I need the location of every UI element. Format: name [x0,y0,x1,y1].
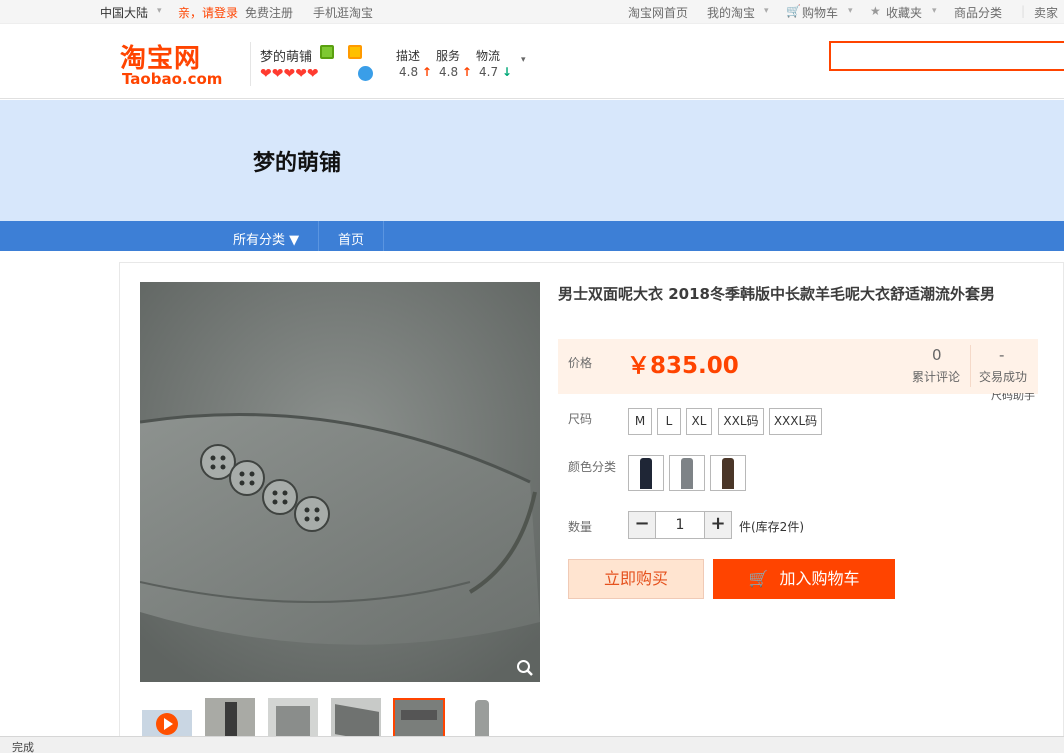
my-taobao-link[interactable]: 我的淘宝 [707,4,755,21]
divider [383,221,384,251]
color-option-navy[interactable] [628,455,664,491]
nav-all-categories[interactable]: 所有分类 ▼ [233,229,299,248]
triangle-down-icon: ▼ [289,233,300,248]
shop-name-link[interactable]: 梦的萌铺 [260,46,312,65]
home-link[interactable]: 淘宝网首页 [628,4,688,21]
size-helper-link[interactable]: 尺码助手 [991,393,1037,401]
size-option[interactable]: XL [686,408,712,435]
size-option[interactable]: XXL码 [718,408,764,435]
credit-hearts-icon: ❤❤❤❤❤ [260,66,319,82]
stock-text: 件(库存2件) [739,520,804,534]
register-link[interactable]: 免费注册 [245,4,293,21]
search-input[interactable] [829,41,1064,71]
shop-banner [0,100,1064,221]
size-label: 尺码 [568,412,593,426]
buy-now-button[interactable]: 立即购买 [568,559,704,599]
sales-label: 交易成功 [979,370,1028,384]
divider [970,345,971,387]
mobile-link[interactable]: 手机逛淘宝 [313,4,373,21]
gold-seller-icon [348,45,362,59]
rating-service-value: 4.8 ↑ [439,65,472,79]
categories-link[interactable]: 商品分类 [954,4,1002,21]
chevron-down-icon[interactable]: ▾ [521,55,526,65]
cart-icon: 🛒 [748,569,769,588]
color-label: 颜色分类 [568,460,617,474]
quantity-label: 数量 [568,520,593,534]
rating-desc-value: 4.8 ↑ [399,65,432,79]
star-icon: ★ [870,4,881,18]
play-icon [156,713,178,735]
zoom-icon[interactable] [516,659,534,677]
chevron-down-icon: ▾ [932,6,937,16]
quantity-increase-button[interactable]: + [704,511,732,539]
rating-logistics-value: 4.7 ↓ [479,65,512,79]
browser-statusbar: 完成 [0,736,1064,754]
cart-link[interactable]: 购物车 [802,4,838,21]
size-option[interactable]: M [628,408,652,435]
product-title: 男士双面呢大衣 2018冬季韩版中长款羊毛呢大衣舒适潮流外套男 [558,285,995,303]
video-thumbnail[interactable] [142,710,192,738]
rating-desc-label: 描述 [396,49,421,63]
rating-service-label: 服务 [436,49,461,63]
cart-icon: 🛒 [786,4,801,18]
arrow-up-icon: ↑ [461,65,472,79]
size-option[interactable]: XXXL码 [769,408,822,435]
verified-badge-icon [320,45,334,59]
product-thumbnail[interactable] [205,698,255,738]
color-option-brown[interactable] [710,455,746,491]
region-selector[interactable]: 中国大陆 [100,4,148,21]
product-thumbnail[interactable] [457,698,507,738]
banner-shop-title: 梦的萌铺 [253,151,342,176]
reviews-count: 0 [932,346,942,364]
taobao-logo-en: Taobao.com [122,70,223,88]
price-label: 价格 [568,356,593,370]
favorites-link[interactable]: 收藏夹 [886,4,922,21]
quantity-decrease-button[interactable]: − [628,511,656,539]
product-thumbnail[interactable] [268,698,318,738]
water-drop-icon [358,66,373,81]
nav-home[interactable]: 首页 [338,229,364,248]
add-to-cart-button[interactable]: 🛒 加入购物车 [713,559,895,599]
reviews-label[interactable]: 累计评论 [912,368,960,385]
quantity-input[interactable]: 1 [656,511,704,539]
seller-link[interactable]: 卖家 [1034,4,1058,21]
sales-count: - [999,346,1005,364]
chevron-down-icon: ▾ [848,6,853,16]
color-option-gray[interactable] [669,455,705,491]
arrow-up-icon: ↑ [421,65,432,79]
add-to-cart-label: 加入购物车 [779,569,860,588]
divider: | [1021,4,1026,18]
size-option[interactable]: L [657,408,681,435]
divider [318,221,319,251]
product-main-image[interactable] [140,282,540,682]
product-thumbnail[interactable] [331,698,381,738]
shop-nav [0,221,1064,251]
product-price: ￥835.00 [627,353,739,379]
login-link[interactable]: 亲，请登录 [178,4,238,21]
divider [250,42,251,86]
chevron-down-icon: ▾ [764,6,769,16]
product-thumbnail-active[interactable] [393,698,445,738]
chevron-down-icon: ▾ [157,6,162,16]
site-topbar: 中国大陆 ▾ 亲，请登录 免费注册 手机逛淘宝 淘宝网首页 我的淘宝 ▾ 🛒 购… [0,0,1064,24]
arrow-down-icon: ↓ [501,65,512,79]
rating-logistics-label: 物流 [476,49,501,63]
